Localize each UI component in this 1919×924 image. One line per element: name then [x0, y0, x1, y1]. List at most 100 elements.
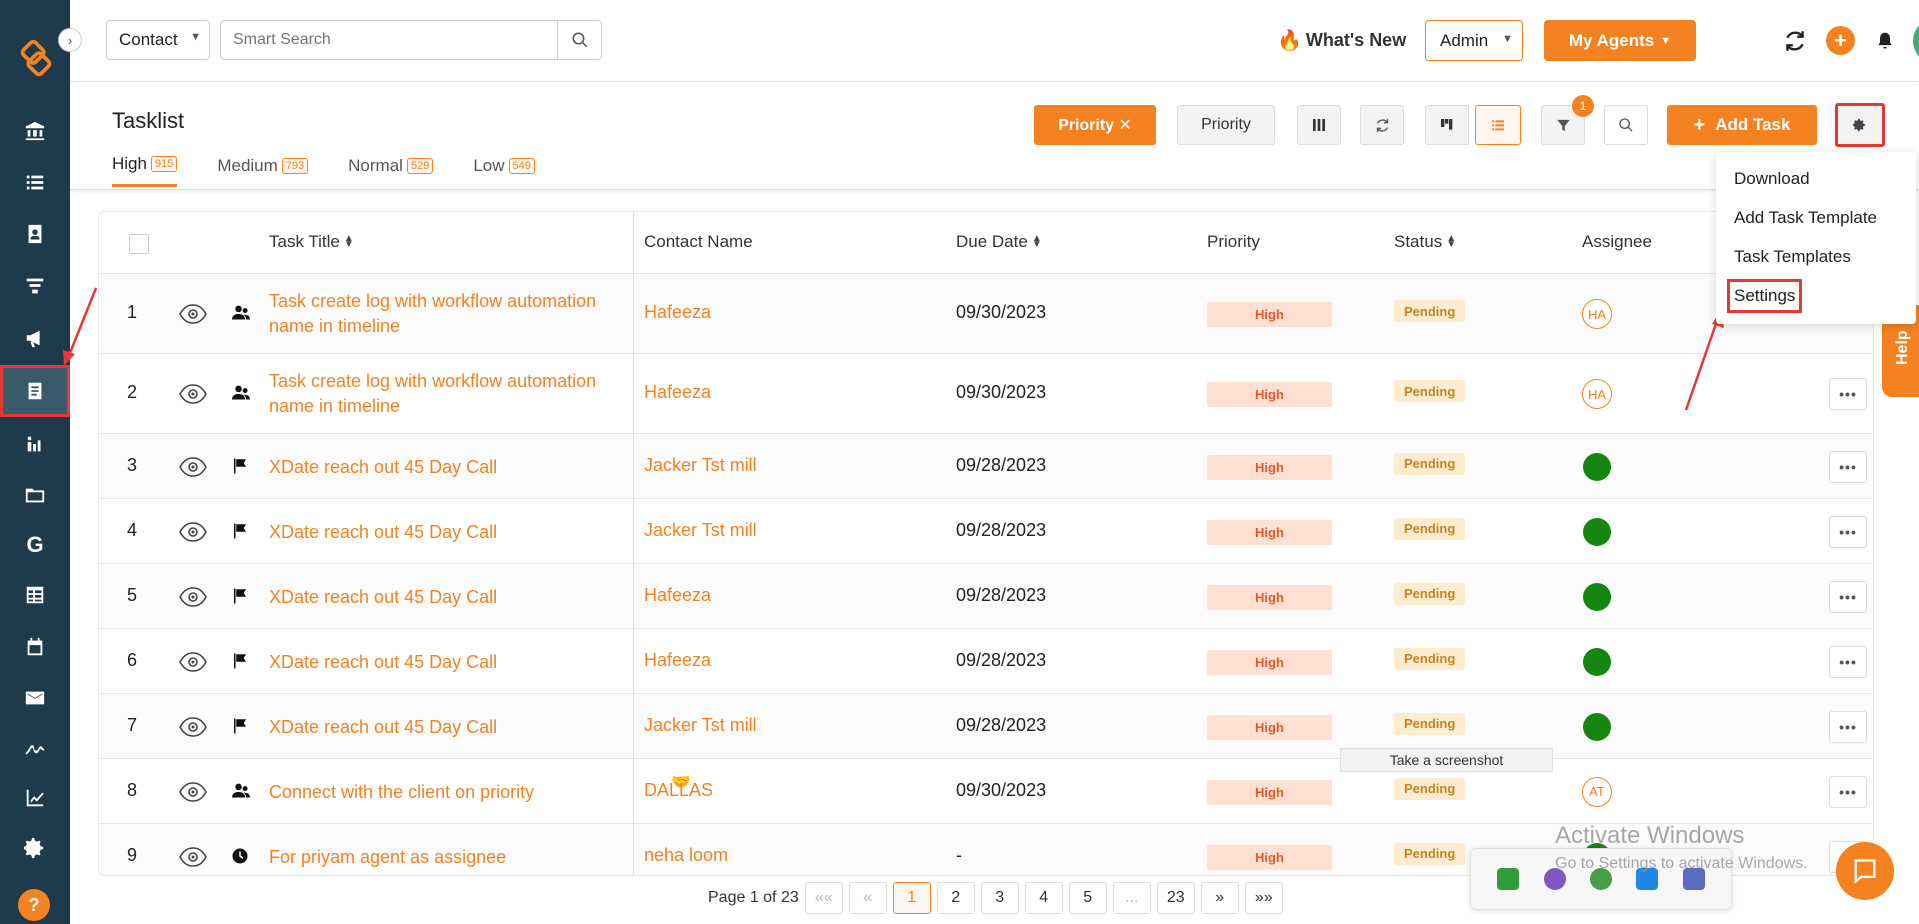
eye-icon[interactable] — [179, 651, 207, 672]
eye-icon[interactable] — [179, 846, 207, 867]
bank-icon[interactable] — [0, 106, 70, 156]
mail-icon[interactable] — [0, 673, 70, 723]
page-button[interactable]: 1 — [892, 882, 931, 914]
eye-icon[interactable] — [179, 586, 207, 607]
people-chart-icon[interactable] — [0, 419, 70, 469]
task-title-link[interactable]: XDate reach out 45 Day Call — [269, 585, 497, 610]
add-task-button[interactable]: + Add Task — [1667, 105, 1817, 145]
menu-item-add-task-template[interactable]: Add Task Template — [1734, 208, 1877, 228]
last-page-button[interactable]: »» — [1244, 882, 1283, 914]
task-title-link[interactable]: For priyam agent as assignee — [269, 845, 506, 870]
contact-name-link[interactable]: Hafeeza — [644, 585, 711, 606]
row-actions-button[interactable]: ••• — [1829, 645, 1867, 678]
list-view-button[interactable] — [1475, 105, 1521, 145]
chat-button[interactable] — [1836, 842, 1894, 900]
row-actions-button[interactable]: ••• — [1829, 378, 1867, 410]
col-task-title[interactable]: Task Title ▲ ▼ — [269, 232, 354, 252]
contact-select[interactable]: Contact ▼ — [106, 20, 210, 60]
tab-normal[interactable]: Normal 529 — [348, 154, 434, 187]
contact-name-link[interactable]: Hafeeza — [644, 650, 711, 671]
eye-icon[interactable] — [179, 384, 207, 404]
user-avatar[interactable] — [1913, 18, 1919, 64]
eye-icon[interactable] — [179, 521, 207, 542]
assignee-avatar[interactable] — [1583, 517, 1611, 546]
tab-high[interactable]: High 915 — [112, 154, 178, 187]
list-icon[interactable] — [0, 157, 70, 207]
app-logo[interactable] — [17, 40, 55, 78]
page-button[interactable]: 4 — [1024, 882, 1063, 914]
row-actions-button[interactable]: ••• — [1829, 710, 1867, 743]
prev-page-button[interactable]: « — [848, 882, 887, 914]
assignee-avatar[interactable]: AT — [1582, 776, 1612, 807]
contact-name-link[interactable]: Hafeeza — [644, 302, 711, 323]
menu-item-download[interactable]: Download — [1734, 169, 1810, 189]
assignee-avatar[interactable] — [1583, 712, 1611, 741]
page-button[interactable]: 3 — [980, 882, 1019, 914]
quick-add-button[interactable]: + — [1826, 26, 1855, 55]
table-icon[interactable] — [0, 570, 70, 620]
whats-new-link[interactable]: 🔥 What's New — [1277, 28, 1406, 53]
eye-icon[interactable] — [179, 716, 207, 737]
col-due-date[interactable]: Due Date ▲ ▼ — [956, 232, 1042, 252]
next-page-button[interactable]: » — [1200, 882, 1239, 914]
smart-search-input[interactable] — [220, 20, 558, 60]
bell-icon[interactable] — [1875, 30, 1895, 52]
contact-name-link[interactable]: Jacker Tst mill — [644, 520, 757, 541]
row-actions-button[interactable]: ••• — [1829, 515, 1867, 548]
my-agents-button[interactable]: My Agents ▼ — [1544, 20, 1696, 61]
table-row[interactable]: 8 Connect with the client on priority 🤝 … — [99, 759, 1873, 824]
task-title-link[interactable]: Connect with the client on priority — [269, 780, 534, 805]
contact-name-link[interactable]: Jacker Tst mill — [644, 715, 757, 736]
page-button[interactable]: 2 — [936, 882, 975, 914]
menu-item-task-templates[interactable]: Task Templates — [1734, 247, 1851, 267]
assignee-avatar[interactable] — [1583, 452, 1611, 481]
assignee-avatar[interactable]: HA — [1582, 379, 1612, 409]
table-search-button[interactable] — [1604, 105, 1648, 145]
table-row[interactable]: 5 XDate reach out 45 Day Call Hafeeza 09… — [99, 564, 1873, 629]
sidebar-toggle-button[interactable]: › — [58, 28, 82, 52]
task-title-link[interactable]: Task create log with workflow automation… — [269, 289, 596, 339]
shield-check-icon[interactable] — [1497, 868, 1520, 890]
eye-icon[interactable] — [179, 456, 207, 477]
menu-item-settings[interactable]: Settings — [1726, 279, 1803, 313]
settings-gear-button[interactable] — [1835, 103, 1885, 147]
eye-icon[interactable] — [179, 781, 207, 802]
role-select[interactable]: Admin ▼ — [1425, 20, 1523, 61]
help-icon[interactable]: ? — [18, 889, 50, 921]
task-title-link[interactable]: XDate reach out 45 Day Call — [269, 650, 497, 675]
row-actions-button[interactable]: ••• — [1829, 580, 1867, 613]
task-title-link[interactable]: XDate reach out 45 Day Call — [269, 715, 497, 740]
contacts-icon[interactable] — [0, 209, 70, 259]
assignee-avatar[interactable]: HA — [1582, 299, 1612, 329]
tab-low[interactable]: Low 549 — [473, 154, 535, 187]
row-actions-button[interactable]: ••• — [1829, 775, 1867, 808]
task-title-link[interactable]: XDate reach out 45 Day Call — [269, 520, 497, 545]
contact-name-link[interactable]: Jacker Tst mill — [644, 455, 757, 476]
refresh-icon[interactable] — [1782, 28, 1808, 54]
assignee-avatar[interactable] — [1583, 582, 1611, 611]
gear-icon[interactable] — [0, 823, 70, 873]
google-icon[interactable]: G — [0, 520, 70, 570]
eye-icon[interactable] — [179, 304, 207, 324]
table-row[interactable]: 7 XDate reach out 45 Day Call Jacker Tst… — [99, 694, 1873, 759]
trend-chart-icon[interactable] — [0, 773, 70, 823]
signature-icon[interactable] — [0, 722, 70, 772]
page-button[interactable]: 23 — [1156, 882, 1195, 914]
task-title-link[interactable]: XDate reach out 45 Day Call — [269, 455, 497, 480]
first-page-button[interactable]: «« — [804, 882, 843, 914]
tab-medium[interactable]: Medium 793 — [217, 154, 309, 187]
page-button[interactable]: 5 — [1068, 882, 1107, 914]
table-row[interactable]: 6 XDate reach out 45 Day Call Hafeeza 09… — [99, 629, 1873, 694]
reload-button[interactable] — [1360, 105, 1404, 145]
table-row[interactable]: 1 Task create log with workflow automati… — [99, 274, 1873, 354]
folder-icon[interactable] — [0, 470, 70, 520]
sidebar-item-tasklist[interactable] — [0, 365, 70, 417]
row-actions-button[interactable]: ••• — [1829, 450, 1867, 483]
contact-name-link[interactable]: Hafeeza — [644, 382, 711, 403]
task-title-link[interactable]: Task create log with workflow automation… — [269, 369, 596, 419]
columns-button[interactable] — [1297, 105, 1341, 145]
contact-name-link[interactable]: neha loom — [644, 845, 728, 866]
col-status[interactable]: Status ▲ ▼ — [1394, 232, 1456, 252]
table-row[interactable]: 3 XDate reach out 45 Day Call Jacker Tst… — [99, 434, 1873, 499]
table-row[interactable]: 2 Task create log with workflow automati… — [99, 354, 1873, 434]
